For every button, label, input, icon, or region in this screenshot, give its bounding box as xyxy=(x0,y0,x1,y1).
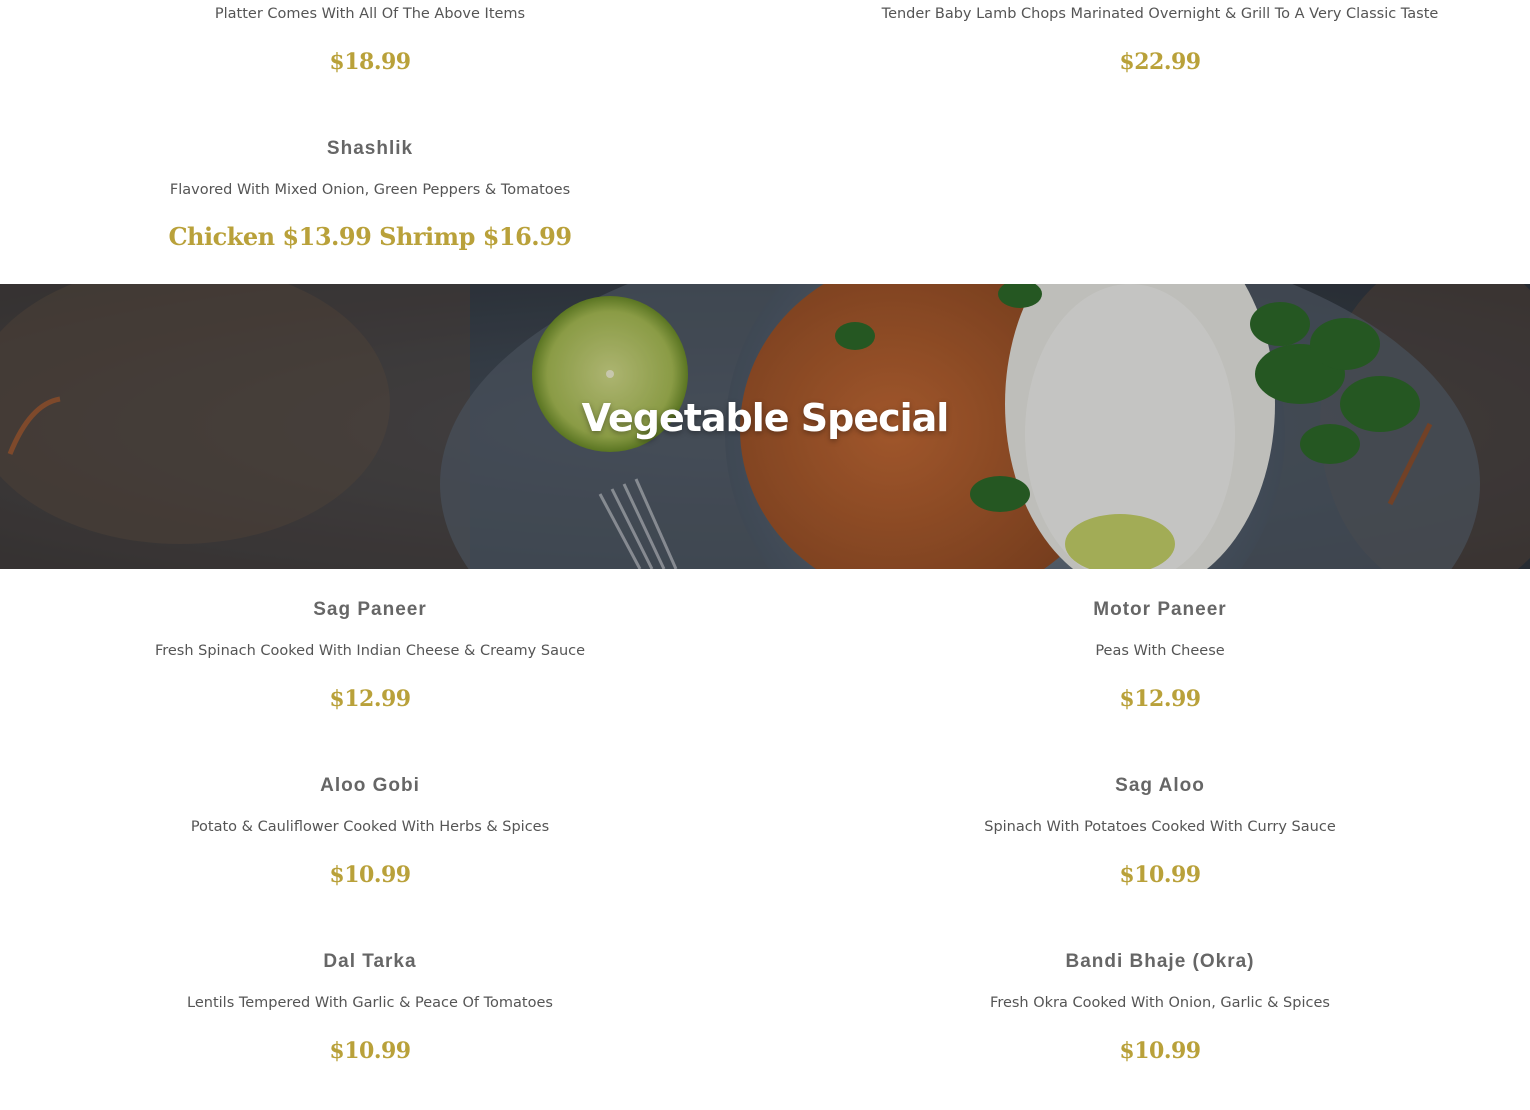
menu-item-price: $10.99 xyxy=(1119,1038,1201,1064)
menu-item-description: Spinach With Potatoes Cooked With Curry … xyxy=(984,819,1336,835)
menu-item-price: $10.99 xyxy=(1119,862,1201,888)
menu-item-aloo-gobi: Aloo Gobi Potato & Cauliflower Cooked Wi… xyxy=(0,773,740,903)
menu-item-price: $12.99 xyxy=(1119,686,1201,712)
menu-item-name: Sag Paneer xyxy=(313,599,427,620)
menu-item-name: Sag Aloo xyxy=(1115,775,1205,796)
menu-item-name: Shashlik xyxy=(326,138,414,159)
menu-item-description: Flavored With Mixed Onion, Green Peppers… xyxy=(169,182,571,198)
menu-item-description: Platter Comes With All Of The Above Item… xyxy=(214,6,526,22)
menu-item-price: Chicken $13.99 Shrimp $16.99 xyxy=(168,222,572,251)
menu-page: Platter Comes With All Of The Above Item… xyxy=(0,0,1530,1110)
menu-item-name: Aloo Gobi xyxy=(320,775,420,796)
menu-item-name: Dal Tarka xyxy=(323,951,417,972)
menu-item-price: $22.99 xyxy=(1119,49,1201,75)
menu-item-description: Lentils Tempered With Garlic & Peace Of … xyxy=(187,995,553,1011)
menu-item-motor-paneer: Motor Paneer Peas With Cheese $12.99 xyxy=(790,597,1530,727)
menu-item-description: Tender Baby Lamb Chops Marinated Overnig… xyxy=(881,6,1439,22)
vegetable-special-banner: Vegetable Special xyxy=(0,284,1530,569)
menu-item-description: Potato & Cauliflower Cooked With Herbs &… xyxy=(190,819,550,835)
menu-item-bandi-bhaje: Bandi Bhaje (Okra) Fresh Okra Cooked Wit… xyxy=(790,949,1530,1079)
menu-item-name: Bandi Bhaje (Okra) xyxy=(1065,951,1255,972)
menu-item-price: $12.99 xyxy=(329,686,411,712)
menu-item-price: $10.99 xyxy=(329,1038,411,1064)
menu-item-description: Peas With Cheese xyxy=(1095,643,1225,659)
menu-item-description: Fresh Spinach Cooked With Indian Cheese … xyxy=(154,643,586,659)
menu-item-price: $18.99 xyxy=(329,49,411,75)
menu-item-description: Fresh Okra Cooked With Onion, Garlic & S… xyxy=(990,995,1330,1011)
menu-item-platter: Platter Comes With All Of The Above Item… xyxy=(0,0,740,100)
menu-item-name: Motor Paneer xyxy=(1093,599,1227,620)
menu-item-dal-tarka: Dal Tarka Lentils Tempered With Garlic &… xyxy=(0,949,740,1079)
banner-title: Vegetable Special xyxy=(581,396,950,440)
menu-item-sag-aloo: Sag Aloo Spinach With Potatoes Cooked Wi… xyxy=(790,773,1530,903)
menu-item-shashlik: Shashlik Flavored With Mixed Onion, Gree… xyxy=(0,136,740,266)
menu-item-sag-paneer: Sag Paneer Fresh Spinach Cooked With Ind… xyxy=(0,597,740,727)
menu-item-price: $10.99 xyxy=(329,862,411,888)
menu-item-lamb-chops: Tender Baby Lamb Chops Marinated Overnig… xyxy=(790,0,1530,100)
